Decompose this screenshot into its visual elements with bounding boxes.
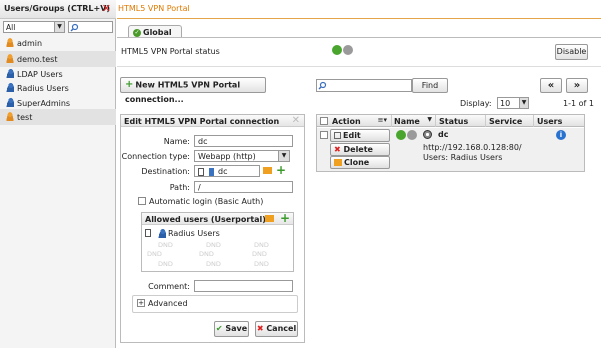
status-on-icon[interactable] xyxy=(396,130,406,140)
search-icon xyxy=(70,23,79,32)
new-connection-button[interactable]: + New HTML5 VPN Portal connection... xyxy=(120,77,266,104)
column-status[interactable]: Status xyxy=(436,115,486,127)
tab-divider xyxy=(117,37,601,38)
prev-page-button[interactable]: « xyxy=(540,78,562,93)
row-users: Users: Radius Users xyxy=(423,153,503,162)
close-icon[interactable]: ✕ xyxy=(292,115,300,126)
cross-icon: ✖ xyxy=(334,145,341,154)
path-label: Path: xyxy=(169,183,190,192)
dnd-placeholder: DND xyxy=(206,260,221,268)
column-menu-icon[interactable]: ≡▾ xyxy=(378,116,387,124)
cross-icon: ✖ xyxy=(256,324,264,333)
dnd-placeholder: DND xyxy=(147,250,162,258)
dnd-placeholder: DND xyxy=(158,241,173,249)
row-url: http://192.168.0.128:80/ xyxy=(423,143,522,152)
delete-button[interactable]: ✖ Delete xyxy=(330,143,390,156)
row-checkbox[interactable] xyxy=(320,131,328,139)
column-action[interactable]: Action ≡▾ xyxy=(330,115,392,127)
trash-icon[interactable] xyxy=(145,229,151,237)
allowed-user-item: Radius Users xyxy=(168,229,220,238)
group-icon xyxy=(6,69,14,78)
check-icon: ✔ xyxy=(215,324,223,333)
user-icon xyxy=(6,112,14,121)
advanced-label[interactable]: Advanced xyxy=(148,299,188,308)
connection-type-label: Connection type: xyxy=(121,152,190,161)
dnd-placeholder: DND xyxy=(158,260,173,268)
host-icon xyxy=(209,167,214,176)
comment-label: Comment: xyxy=(148,282,190,291)
dnd-placeholder: DND xyxy=(254,260,269,268)
disable-button[interactable]: Disable xyxy=(555,44,588,60)
check-icon: ✓ xyxy=(133,28,141,37)
sidebar-item-admin[interactable]: admin xyxy=(0,35,116,51)
divider xyxy=(117,66,601,67)
globe-icon xyxy=(423,130,432,139)
edit-button[interactable]: Edit xyxy=(330,129,390,142)
group-icon xyxy=(158,229,166,238)
connection-type-select[interactable]: Webapp (http) ▼ xyxy=(194,150,290,162)
find-button[interactable]: Find xyxy=(412,78,448,93)
chevron-down-icon: ▼ xyxy=(278,151,289,161)
users-groups-pane: Users/Groups (CTRL+V) ✕ All ▼ admin demo.… xyxy=(0,0,116,348)
trash-icon[interactable] xyxy=(198,167,204,176)
destination-label: Destination: xyxy=(141,167,190,176)
destination-field[interactable]: dc xyxy=(194,165,260,177)
status-off-icon[interactable] xyxy=(343,45,353,55)
expand-icon[interactable]: + xyxy=(137,299,145,307)
status-on-icon[interactable] xyxy=(332,45,342,55)
status-label: HTML5 VPN Portal status xyxy=(121,47,220,56)
page-range: 1-1 of 1 xyxy=(563,99,594,108)
display-label: Display: xyxy=(460,99,492,108)
name-field[interactable]: dc xyxy=(194,135,293,147)
filter-select[interactable]: All ▼ xyxy=(3,21,65,33)
user-icon xyxy=(6,38,14,47)
edit-icon xyxy=(334,132,341,139)
chevron-down-icon: ▼ xyxy=(54,22,64,32)
filter-value: All xyxy=(6,23,16,32)
column-service[interactable]: Service xyxy=(486,115,534,127)
display-select[interactable]: 10 ▼ xyxy=(497,97,529,109)
sidebar-item-test[interactable]: test xyxy=(0,109,116,125)
close-icon[interactable]: ✕ xyxy=(102,2,111,15)
cancel-button[interactable]: ✖ Cancel xyxy=(255,321,298,337)
plus-icon: + xyxy=(125,79,134,90)
name-label: Name: xyxy=(163,137,190,146)
chevron-down-icon: ▼ xyxy=(519,98,528,108)
folder-icon[interactable] xyxy=(265,215,274,222)
dnd-placeholder: DND xyxy=(254,241,269,249)
add-icon[interactable]: + xyxy=(280,211,290,225)
page-title: HTML5 VPN Portal xyxy=(118,4,190,13)
dnd-placeholder: DND xyxy=(199,250,214,258)
sidebar-item-radius-users[interactable]: Radius Users xyxy=(0,80,116,96)
pane-title: Users/Groups (CTRL+V) xyxy=(0,0,116,19)
column-users[interactable]: Users xyxy=(534,115,584,127)
select-all-checkbox[interactable] xyxy=(320,117,328,125)
dnd-placeholder: DND xyxy=(252,250,267,258)
sidebar-search-input[interactable] xyxy=(68,21,113,33)
comment-field[interactable] xyxy=(194,280,293,292)
path-field[interactable]: / xyxy=(194,181,293,193)
dnd-placeholder: DND xyxy=(206,241,221,249)
row-name: dc xyxy=(438,130,449,139)
autologin-label: Automatic login (Basic Auth) xyxy=(149,197,264,206)
find-input[interactable] xyxy=(316,79,412,92)
sidebar-item-demo-test[interactable]: demo.test xyxy=(0,51,116,67)
status-off-icon[interactable] xyxy=(407,130,417,140)
add-icon[interactable]: + xyxy=(276,163,286,177)
info-icon[interactable]: i xyxy=(556,130,566,140)
folder-icon[interactable] xyxy=(263,167,272,174)
save-button[interactable]: ✔ Save xyxy=(214,321,249,337)
sort-icon: ▼ xyxy=(427,116,432,123)
edit-panel-title: Edit HTML5 VPN Portal connection xyxy=(121,115,304,127)
autologin-checkbox[interactable] xyxy=(138,197,146,205)
clone-button[interactable]: Clone xyxy=(330,156,390,169)
search-icon xyxy=(318,81,327,90)
title-divider xyxy=(117,18,601,19)
group-icon xyxy=(6,98,14,107)
next-page-button[interactable]: » xyxy=(566,78,588,93)
user-icon xyxy=(6,54,14,63)
column-name[interactable]: Name ▼ xyxy=(392,115,436,127)
group-icon xyxy=(6,83,14,92)
clone-icon xyxy=(334,159,342,166)
